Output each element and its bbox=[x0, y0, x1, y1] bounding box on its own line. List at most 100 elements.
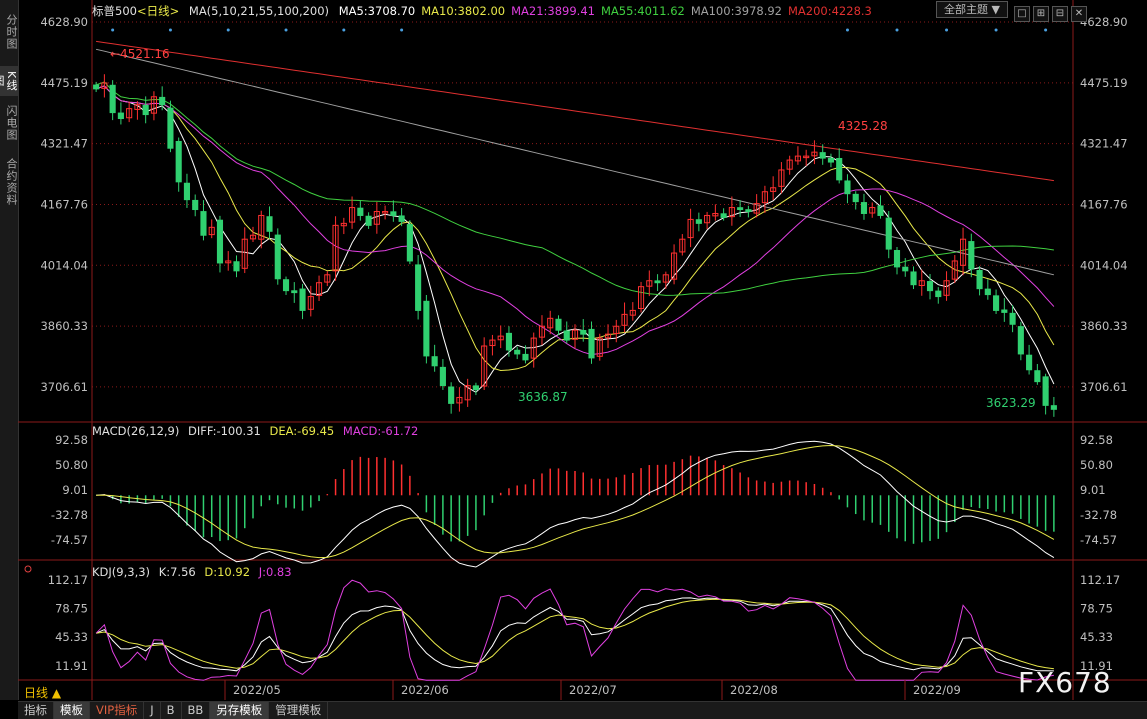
kline-chart[interactable]: 4628.90 4628.90 4475.19 4475.19 4321.47 4321.… bbox=[18, 0, 1147, 700]
candle-body[interactable] bbox=[1050, 405, 1057, 410]
candle-body[interactable] bbox=[935, 290, 942, 298]
price-tick-left-6: 3706.61 bbox=[40, 380, 88, 394]
candle-body[interactable] bbox=[926, 281, 934, 292]
candle-body[interactable] bbox=[439, 366, 446, 387]
candle-body[interactable] bbox=[472, 385, 479, 391]
candle-body[interactable] bbox=[827, 157, 835, 163]
candle-body[interactable] bbox=[291, 290, 298, 294]
candle-body[interactable] bbox=[1001, 309, 1008, 313]
candle-body[interactable] bbox=[167, 107, 174, 149]
candle-body[interactable] bbox=[233, 261, 240, 272]
sidebar-tab-2[interactable]: 闪电图 bbox=[0, 100, 18, 146]
bottom-tab-4[interactable]: B bbox=[161, 702, 182, 719]
bottom-tab-2[interactable]: VIP指标 bbox=[90, 702, 145, 719]
candle-body[interactable] bbox=[993, 295, 1000, 311]
candle-body[interactable] bbox=[274, 234, 281, 280]
candle-body[interactable] bbox=[365, 215, 372, 226]
kdj-tick-left-2: 45.33 bbox=[55, 630, 88, 644]
candle-body[interactable] bbox=[1042, 376, 1049, 406]
candle-body[interactable] bbox=[1017, 326, 1024, 355]
candle-body[interactable] bbox=[844, 180, 851, 195]
candle-body[interactable] bbox=[910, 271, 917, 286]
candle-body[interactable] bbox=[109, 84, 116, 114]
sidebar-tabs: 分时图 K线图闪电图合约资料 bbox=[0, 0, 19, 700]
candle-body[interactable] bbox=[902, 266, 909, 272]
candle-body[interactable] bbox=[860, 202, 868, 214]
signal-dot bbox=[1044, 28, 1048, 32]
candle-body[interactable] bbox=[448, 386, 455, 404]
candle-body[interactable] bbox=[522, 353, 529, 361]
candle-body[interactable] bbox=[563, 330, 570, 341]
candle-body[interactable] bbox=[695, 219, 702, 224]
candle-body[interactable] bbox=[299, 288, 306, 311]
bottom-tab-7[interactable]: 管理模板 bbox=[269, 702, 329, 719]
bottom-tab-1[interactable]: 模板 bbox=[54, 702, 90, 719]
candle-body[interactable] bbox=[415, 264, 422, 311]
candle-body[interactable] bbox=[514, 349, 521, 355]
candle-body[interactable] bbox=[505, 332, 513, 351]
candle-body[interactable] bbox=[588, 328, 595, 359]
sidebar-tab-3[interactable]: 合约资料 bbox=[0, 152, 18, 212]
macd-tick-right-1: 50.80 bbox=[1080, 458, 1113, 472]
candle-body[interactable] bbox=[555, 318, 562, 331]
candle-body[interactable] bbox=[216, 219, 224, 264]
candle-body[interactable] bbox=[406, 224, 413, 262]
candle-body[interactable] bbox=[159, 96, 166, 106]
candle-body[interactable] bbox=[398, 215, 405, 222]
candle-body[interactable] bbox=[580, 330, 587, 335]
candle-body[interactable] bbox=[1034, 370, 1041, 383]
macd-header: MACD(26,12,9) DIFF:-100.31 DEA:-69.45 MA… bbox=[92, 424, 423, 438]
candle-body[interactable] bbox=[885, 217, 892, 250]
candle-body[interactable] bbox=[745, 209, 752, 213]
candle-body[interactable] bbox=[390, 211, 397, 216]
watermark-logo: FX678 bbox=[1018, 666, 1112, 699]
candle-body[interactable] bbox=[984, 288, 991, 296]
candle-body[interactable] bbox=[877, 205, 884, 216]
macd-tick-left-3: -32.78 bbox=[51, 508, 88, 522]
candle-body[interactable] bbox=[183, 182, 191, 201]
signal-dot bbox=[226, 28, 230, 32]
candle-body[interactable] bbox=[200, 211, 207, 236]
candle-body[interactable] bbox=[142, 104, 149, 116]
bottom-tab-5[interactable]: BB bbox=[182, 702, 211, 719]
candle-body[interactable] bbox=[720, 213, 727, 218]
bottom-tab-6[interactable]: 另存模板 bbox=[210, 702, 270, 719]
candle-body[interactable] bbox=[852, 193, 859, 203]
candle-body[interactable] bbox=[1009, 312, 1016, 325]
candle-body[interactable] bbox=[357, 207, 364, 216]
macd-tick-right-4: -74.57 bbox=[1080, 533, 1117, 547]
candle-body[interactable] bbox=[819, 152, 826, 159]
candle-body[interactable] bbox=[968, 241, 975, 270]
grid-icon[interactable]: ⊞ bbox=[1033, 6, 1049, 22]
bottom-tab-3[interactable]: J bbox=[144, 702, 161, 719]
close-icon[interactable]: ✕ bbox=[1071, 6, 1087, 22]
sidebar-tab-0[interactable]: 分时图 bbox=[0, 4, 18, 60]
candle-body[interactable] bbox=[117, 112, 124, 120]
candle-body[interactable] bbox=[192, 199, 199, 211]
candle-body[interactable] bbox=[93, 84, 100, 90]
theme-select-button[interactable]: 全部主题 ▼ bbox=[936, 1, 1008, 18]
period-button[interactable]: 日线 ▲ bbox=[24, 684, 61, 701]
candle-body[interactable] bbox=[737, 207, 744, 211]
candle-body[interactable] bbox=[423, 300, 430, 357]
sidebar-tab-1[interactable]: K线图 bbox=[0, 66, 18, 96]
candle-body[interactable] bbox=[654, 280, 661, 284]
kdj-tick-right-0: 112.17 bbox=[1080, 573, 1120, 587]
candle-body[interactable] bbox=[1026, 354, 1033, 371]
candle-body[interactable] bbox=[431, 356, 438, 367]
dropdown-arrow-icon: ▼ bbox=[991, 3, 1000, 16]
bottom-tab-0[interactable]: 指标 bbox=[18, 702, 54, 719]
restore-icon[interactable]: □ bbox=[1014, 6, 1030, 22]
candle-body[interactable] bbox=[893, 250, 901, 268]
candle-body[interactable] bbox=[976, 269, 983, 290]
macd-dea: DEA:-69.45 bbox=[269, 424, 335, 438]
candle-body[interactable] bbox=[266, 216, 273, 232]
candle-body[interactable] bbox=[175, 140, 182, 183]
candle-body[interactable] bbox=[836, 157, 843, 181]
ma-line-2 bbox=[95, 85, 1055, 356]
date-label-2: 2022/07 bbox=[569, 683, 617, 697]
period-tag[interactable]: <日线> bbox=[137, 4, 179, 18]
candle-body[interactable] bbox=[282, 279, 290, 292]
minimize-icon[interactable]: ⊟ bbox=[1052, 6, 1068, 22]
kdj-settings-icon[interactable] bbox=[24, 565, 32, 573]
